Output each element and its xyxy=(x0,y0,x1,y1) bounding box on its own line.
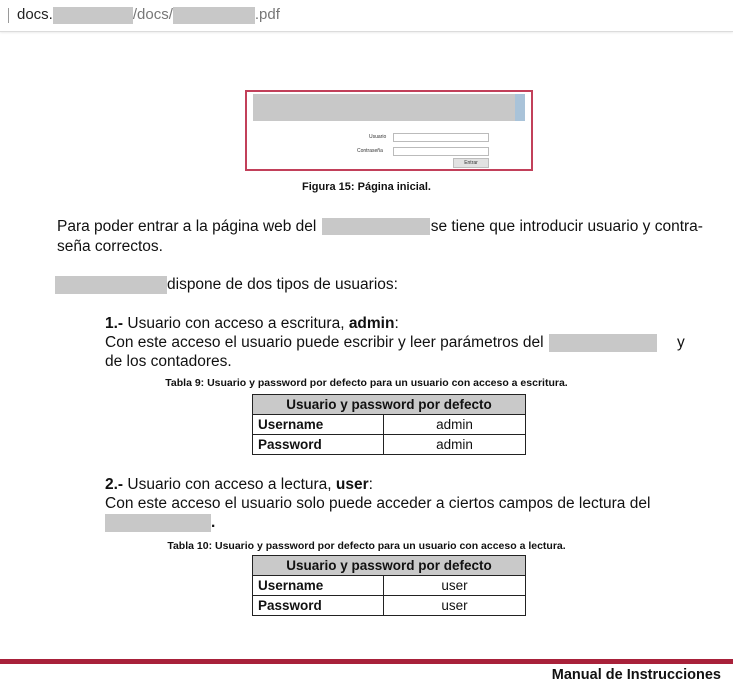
footer-rule xyxy=(0,659,733,664)
write-access-desc-2: de los contadores. xyxy=(105,353,232,370)
read-access-desc-2: . xyxy=(105,513,215,532)
write-credentials-table: Usuario y password por defecto Username … xyxy=(252,394,526,455)
write-access-desc-tail: y xyxy=(677,334,685,351)
figure-banner-image xyxy=(515,94,525,121)
table-key-password: Password xyxy=(252,595,384,616)
table-header: Usuario y password por defecto xyxy=(252,394,526,415)
address-bar-divider xyxy=(8,8,9,23)
read-access-desc-1: Con este acceso el usuario solo puede ac… xyxy=(105,495,651,512)
table-value-password: admin xyxy=(383,434,526,455)
intro-line-2: seña correctos. xyxy=(57,238,163,255)
table-header: Usuario y password por defecto xyxy=(252,555,526,576)
redacted-block xyxy=(172,6,255,24)
intro-text-a: Para poder entrar a la página web del xyxy=(57,218,317,235)
user-types-text: dispone de dos tipos de usuarios: xyxy=(167,276,398,293)
address-bar[interactable]: docs. /docs/ .pdf xyxy=(0,0,733,32)
write-access-heading: 1.- Usuario con acceso a escritura, admi… xyxy=(105,314,399,333)
table-value-username: user xyxy=(383,575,526,596)
login-page-figure: Usuario Contraseña Entrar xyxy=(245,90,533,171)
figure-user-label: Usuario xyxy=(369,134,387,140)
url-extension: .pdf xyxy=(254,6,280,23)
intro-text-b: se tiene que introducir usuario y contra… xyxy=(430,218,703,235)
figure-enter-button: Entrar xyxy=(453,158,489,168)
figure-user-input xyxy=(393,133,489,142)
table-row: Username user xyxy=(252,575,526,596)
figure-password-label: Contraseña xyxy=(357,148,383,154)
figure-caption: Figura 15: Página inicial. xyxy=(302,181,431,193)
footer-title: Manual de Instrucciones xyxy=(551,667,721,683)
table-10-caption: Tabla 10: Usuario y password por defecto… xyxy=(167,540,566,552)
figure-password-input xyxy=(393,147,489,156)
table-value-username: admin xyxy=(383,414,526,435)
redacted-block xyxy=(52,6,133,24)
table-header-row: Usuario y password por defecto xyxy=(252,555,526,576)
read-access-title: Usuario con acceso a lectura, xyxy=(123,476,336,493)
read-credentials-table: Usuario y password por defecto Username … xyxy=(252,555,526,616)
write-access-desc-text: Con este acceso el usuario puede escribi… xyxy=(105,334,544,351)
table-9-caption: Tabla 9: Usuario y password por defecto … xyxy=(165,377,568,389)
read-access-colon: : xyxy=(368,476,373,493)
table-key-username: Username xyxy=(252,414,384,435)
write-access-user: admin xyxy=(348,315,395,332)
url-path: /docs/ xyxy=(132,6,173,23)
table-value-password: user xyxy=(383,595,526,616)
redacted-block xyxy=(55,275,167,294)
table-key-password: Password xyxy=(252,434,384,455)
redacted-block xyxy=(321,218,430,236)
redacted-block xyxy=(105,513,211,532)
url-text[interactable]: docs. /docs/ .pdf xyxy=(17,6,280,24)
table-key-username: Username xyxy=(252,575,384,596)
table-row: Password admin xyxy=(252,434,526,455)
user-types-line: dispone de dos tipos de usuarios: xyxy=(55,275,398,294)
table-row: Username admin xyxy=(252,414,526,435)
read-access-heading: 2.- Usuario con acceso a lectura, user: xyxy=(105,475,373,494)
redacted-block xyxy=(548,333,657,352)
write-access-desc-1: Con este acceso el usuario puede escribi… xyxy=(105,333,657,352)
write-access-number: 1.- xyxy=(105,315,124,332)
url-host: docs. xyxy=(17,6,53,23)
intro-line-1: Para poder entrar a la página web del se… xyxy=(57,217,703,236)
table-row: Password user xyxy=(252,595,526,616)
read-access-desc-period: . xyxy=(211,514,216,531)
figure-banner-redacted xyxy=(253,94,525,121)
write-access-title: Usuario con acceso a escritura, xyxy=(123,315,349,332)
read-access-number: 2.- xyxy=(105,476,124,493)
read-access-user: user xyxy=(335,476,369,493)
write-access-colon: : xyxy=(394,315,399,332)
table-header-row: Usuario y password por defecto xyxy=(252,394,526,415)
